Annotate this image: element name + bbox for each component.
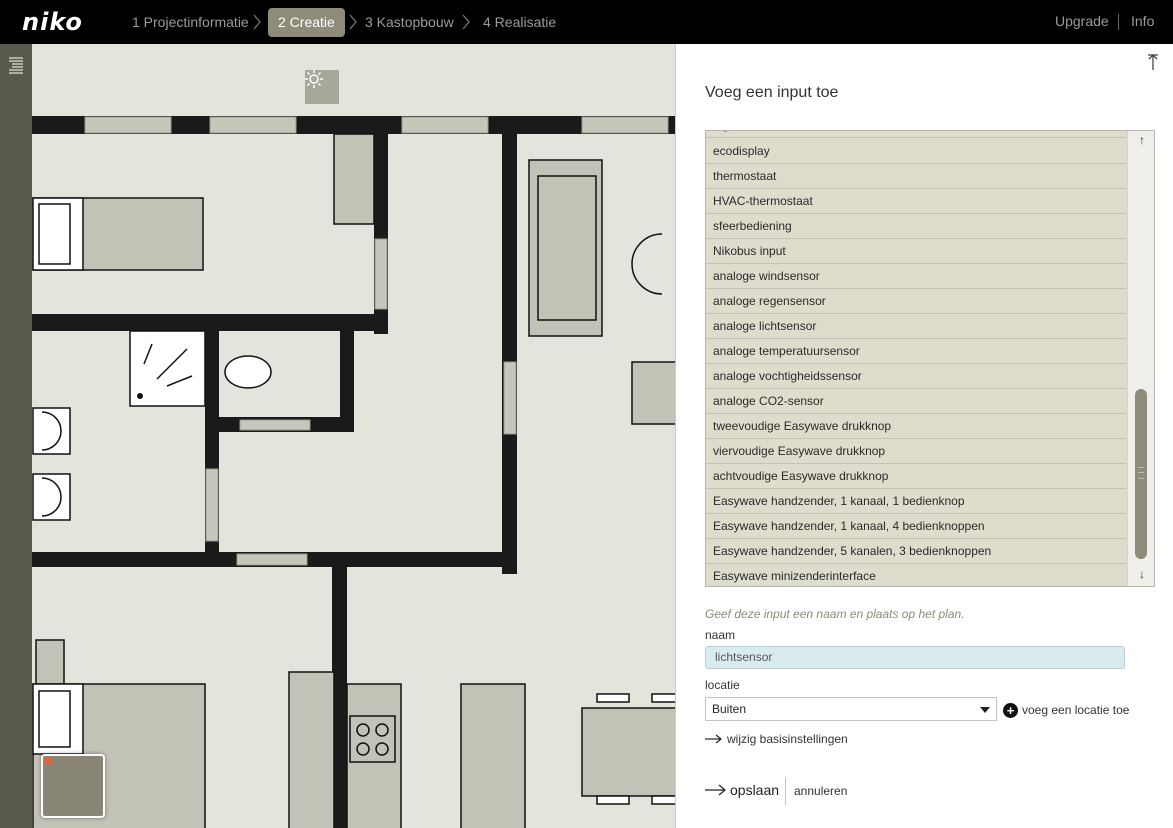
minimap-viewport-marker [44, 758, 52, 764]
sun-icon [305, 70, 323, 88]
add-location-button[interactable]: + voeg een locatie toe [1003, 701, 1129, 719]
location-select[interactable]: Buiten [705, 697, 997, 721]
floor-plan-canvas[interactable] [32, 44, 675, 828]
caret-down-icon [980, 707, 990, 713]
list-item[interactable]: thermostaat [706, 164, 1126, 189]
scrollbar-thumb[interactable] [1135, 389, 1147, 559]
list-item[interactable]: viervoudige Easywave drukknop [706, 439, 1126, 464]
list-item[interactable]: ecodisplay [706, 139, 1126, 164]
left-toolbar [0, 44, 32, 828]
list-item[interactable]: Nikobus input [706, 239, 1126, 264]
arrow-down-icon[interactable]: ↓ [1128, 567, 1154, 581]
list-item[interactable]: analoge windsensor [706, 264, 1126, 289]
list-item[interactable]: sfeerbediening [706, 214, 1126, 239]
list-menu-icon[interactable] [8, 56, 24, 74]
arrow-right-icon [705, 784, 726, 796]
location-select-value: Buiten [712, 702, 747, 716]
instruction-text: Geef deze input een naam en plaats op he… [705, 607, 965, 621]
divider [785, 777, 786, 805]
list-item[interactable]: Easywave minizenderinterface [706, 564, 1126, 586]
niko-logo[interactable]: niko [22, 8, 83, 36]
name-label: naam [705, 628, 736, 642]
arrow-up-icon[interactable]: ↑ [1128, 133, 1154, 147]
step-projectinformatie[interactable]: 1 Projectinformatie [122, 8, 259, 37]
add-location-label: voeg een locatie toe [1022, 703, 1130, 717]
upgrade-link[interactable]: Upgrade [1055, 13, 1109, 29]
chevron-right-icon [252, 12, 262, 32]
plus-circle-icon: + [1003, 702, 1018, 718]
floor-plan-drawing [32, 116, 675, 828]
arrow-right-icon [705, 734, 722, 744]
top-bar: niko 1 Projectinformatie 2 Creatie 3 Kas… [0, 0, 1173, 44]
plan-minimap[interactable] [41, 754, 105, 818]
list-item[interactable]: Easywave handzender, 1 kanaal, 4 bedienk… [706, 514, 1126, 539]
divider [1118, 14, 1119, 30]
chevron-right-icon [461, 12, 471, 32]
step-creatie[interactable]: 2 Creatie [268, 8, 345, 37]
list-item[interactable]: analoge temperatuursensor [706, 339, 1126, 364]
list-item[interactable]: Easywave handzender, 1 kanaal, 1 bedienk… [706, 489, 1126, 514]
arrow-up-icon[interactable] [1147, 54, 1159, 75]
list-item[interactable]: analoge lichtsensor [706, 314, 1126, 339]
list-item[interactable]: analoge CO2-sensor [706, 389, 1126, 414]
save-button[interactable]: opslaan [705, 782, 779, 798]
panel-title: Voeg een input toe [705, 84, 839, 101]
input-type-list[interactable]: algemeen ecodisplaythermostaatHVAC-therm… [705, 130, 1155, 587]
edit-basic-settings-label: wijzig basisinstellingen [727, 732, 848, 746]
name-input[interactable]: lichtsensor [705, 646, 1125, 669]
list-item[interactable]: algemeen [706, 131, 1126, 138]
list-item[interactable]: tweevoudige Easywave drukknop [706, 414, 1126, 439]
edit-basic-settings-link[interactable]: wijzig basisinstellingen [705, 732, 848, 746]
list-item[interactable]: analoge vochtigheidssensor [706, 364, 1126, 389]
sun-icon-button[interactable] [305, 70, 339, 104]
location-label: locatie [705, 678, 740, 692]
list-scrollbar[interactable]: ↑ ↓ [1127, 131, 1154, 586]
list-item[interactable]: analoge regensensor [706, 289, 1126, 314]
add-input-panel: Voeg een input toe algemeen ecodisplayth… [675, 44, 1173, 828]
save-label: opslaan [730, 782, 780, 798]
list-item[interactable]: achtvoudige Easywave drukknop [706, 464, 1126, 489]
info-link[interactable]: Info [1131, 13, 1154, 29]
input-type-items: ecodisplay thermostaat HVAC-thermostaat sfe… [706, 139, 1126, 586]
list-item[interactable]: Easywave handzender, 5 kanalen, 3 bedien… [706, 539, 1126, 564]
list-item[interactable]: HVAC-thermostaat [706, 189, 1126, 214]
grip-icon [1138, 467, 1144, 479]
cancel-button[interactable]: annuleren [794, 784, 847, 798]
step-kastopbouw[interactable]: 3 Kastopbouw [355, 8, 464, 37]
step-realisatie[interactable]: 4 Realisatie [473, 8, 566, 37]
